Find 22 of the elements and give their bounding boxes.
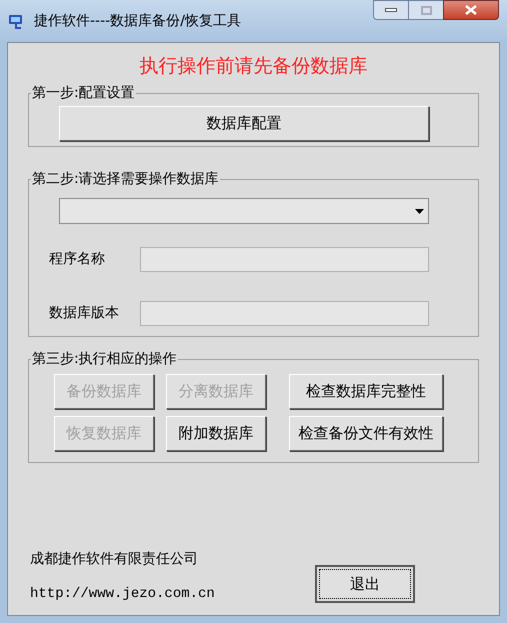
group-title: 第二步:请选择需要操作数据库 [31, 170, 220, 189]
dropdown-arrow-icon [415, 208, 424, 214]
field-label: 程序名称 [49, 250, 106, 268]
minimize-button[interactable] [373, 0, 409, 20]
company-name: 成都捷作软件有限责任公司 [30, 550, 199, 569]
action-button[interactable]: 附加数据库 [166, 416, 266, 451]
action-button[interactable]: 检查备份文件有效性 [289, 416, 443, 451]
field-label: 数据库版本 [49, 304, 120, 322]
action-button[interactable]: 检查数据库完整性 [289, 374, 443, 409]
group-title: 第三步:执行相应的操作 [31, 350, 178, 369]
group-title: 第一步:配置设置 [31, 84, 136, 103]
action-button[interactable]: 数据库配置 [59, 106, 429, 141]
window-title: 捷作软件----数据库备份/恢复工具 [34, 12, 241, 30]
text-field[interactable] [140, 246, 429, 272]
database-dropdown[interactable] [59, 198, 429, 224]
text-field[interactable] [140, 300, 429, 326]
website-url: http://www.jezo.com.cn [30, 585, 215, 604]
warning-text: 执行操作前请先备份数据库 [138, 54, 368, 79]
close-icon [465, 5, 477, 15]
exit-button[interactable]: 退出 [315, 565, 415, 603]
maximize-button[interactable] [409, 0, 443, 20]
close-button[interactable] [443, 0, 499, 20]
